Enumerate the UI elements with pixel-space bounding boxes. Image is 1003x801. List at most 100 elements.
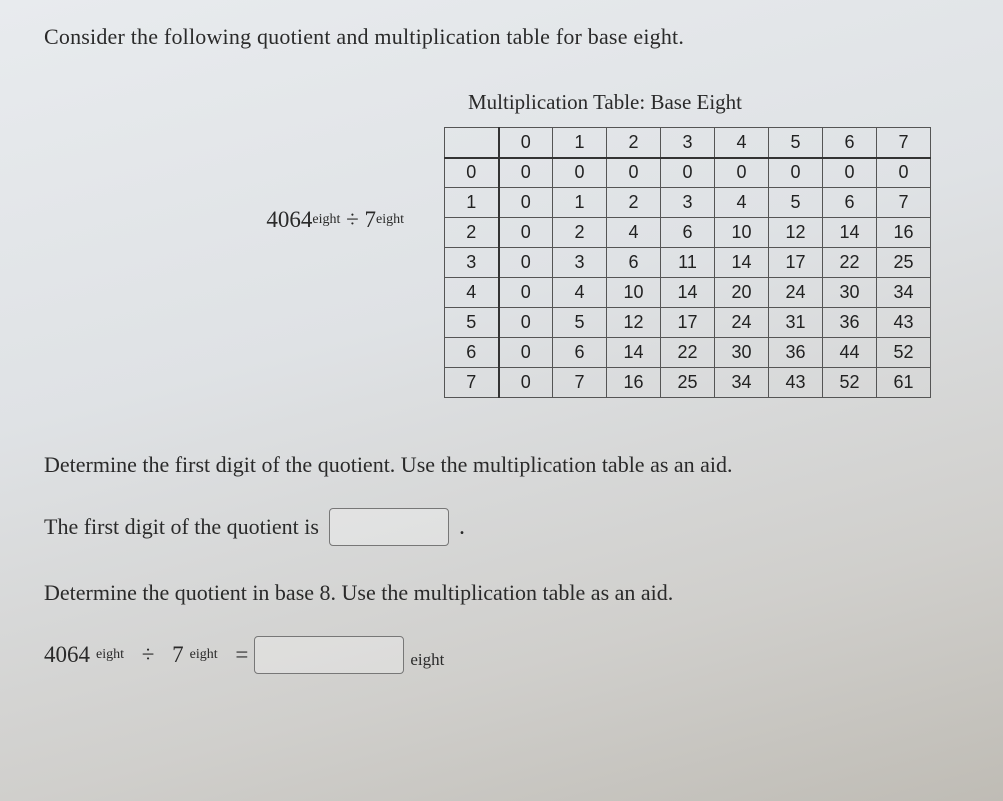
divisor-value: 7 xyxy=(365,207,377,233)
worksheet-page: Consider the following quotient and mult… xyxy=(0,0,1003,704)
first-digit-input[interactable] xyxy=(329,508,449,546)
table-row: 2 0 2 4 6 10 12 14 16 xyxy=(445,218,931,248)
table-cell: 6 xyxy=(553,338,607,368)
col-header: 0 xyxy=(499,128,553,158)
table-corner-cell xyxy=(445,128,499,158)
table-cell: 0 xyxy=(823,158,877,188)
table-cell: 30 xyxy=(715,338,769,368)
row-header: 2 xyxy=(445,218,499,248)
table-cell: 0 xyxy=(661,158,715,188)
table-cell: 5 xyxy=(553,308,607,338)
table-header-row: 0 1 2 3 4 5 6 7 xyxy=(445,128,931,158)
table-cell: 22 xyxy=(661,338,715,368)
table-cell: 0 xyxy=(499,278,553,308)
table-cell: 2 xyxy=(607,188,661,218)
col-header: 2 xyxy=(607,128,661,158)
table-title: Multiplication Table: Base Eight xyxy=(468,90,969,115)
table-cell: 3 xyxy=(661,188,715,218)
table-row: 7 0 7 16 25 34 43 52 61 xyxy=(445,368,931,398)
table-cell: 0 xyxy=(499,308,553,338)
table-cell: 0 xyxy=(499,158,553,188)
table-cell: 43 xyxy=(769,368,823,398)
quotient-answer-line: 4064eight ÷ 7eight = eight xyxy=(44,636,969,674)
row-header: 6 xyxy=(445,338,499,368)
row-header: 1 xyxy=(445,188,499,218)
table-cell: 7 xyxy=(877,188,931,218)
col-header: 7 xyxy=(877,128,931,158)
period-mark: . xyxy=(459,514,465,541)
final-dividend-base: eight xyxy=(96,647,124,663)
table-cell: 34 xyxy=(715,368,769,398)
first-digit-answer-line: The first digit of the quotient is . xyxy=(44,508,969,546)
table-cell: 0 xyxy=(499,248,553,278)
final-dividend: 4064 xyxy=(44,642,90,668)
table-cell: 0 xyxy=(877,158,931,188)
question-first-digit: Determine the first digit of the quotien… xyxy=(44,452,969,478)
col-header: 4 xyxy=(715,128,769,158)
division-operator: ÷ xyxy=(346,207,359,233)
table-cell: 14 xyxy=(607,338,661,368)
question-quotient: Determine the quotient in base 8. Use th… xyxy=(44,580,969,606)
row-header: 5 xyxy=(445,308,499,338)
table-cell: 25 xyxy=(661,368,715,398)
col-header: 3 xyxy=(661,128,715,158)
quotient-base-label: eight xyxy=(410,650,444,670)
table-cell: 36 xyxy=(769,338,823,368)
dividend-value: 4064 xyxy=(266,207,312,233)
table-cell: 52 xyxy=(877,338,931,368)
col-header: 5 xyxy=(769,128,823,158)
table-cell: 14 xyxy=(823,218,877,248)
col-header: 1 xyxy=(553,128,607,158)
table-cell: 0 xyxy=(607,158,661,188)
table-row: 3 0 3 6 11 14 17 22 25 xyxy=(445,248,931,278)
table-cell: 0 xyxy=(715,158,769,188)
table-cell: 43 xyxy=(877,308,931,338)
multiplication-table-block: Multiplication Table: Base Eight 0 1 2 3… xyxy=(444,90,969,398)
table-row: 6 0 6 14 22 30 36 44 52 xyxy=(445,338,931,368)
table-cell: 4 xyxy=(715,188,769,218)
table-cell: 4 xyxy=(607,218,661,248)
table-cell: 20 xyxy=(715,278,769,308)
table-cell: 52 xyxy=(823,368,877,398)
table-cell: 25 xyxy=(877,248,931,278)
equals-sign: = xyxy=(235,642,248,668)
table-cell: 24 xyxy=(715,308,769,338)
table-cell: 17 xyxy=(661,308,715,338)
problem-and-table: 4064eight ÷ 7eight Multiplication Table:… xyxy=(44,90,969,398)
table-cell: 22 xyxy=(823,248,877,278)
table-cell: 0 xyxy=(499,338,553,368)
table-cell: 6 xyxy=(661,218,715,248)
table-cell: 24 xyxy=(769,278,823,308)
table-cell: 31 xyxy=(769,308,823,338)
division-expression: 4064eight ÷ 7eight xyxy=(44,90,404,350)
table-row: 0 0 0 0 0 0 0 0 0 xyxy=(445,158,931,188)
table-cell: 14 xyxy=(715,248,769,278)
table-cell: 0 xyxy=(769,158,823,188)
quotient-input[interactable] xyxy=(254,636,404,674)
table-cell: 11 xyxy=(661,248,715,278)
row-header: 0 xyxy=(445,158,499,188)
multiplication-table: 0 1 2 3 4 5 6 7 0 0 0 0 0 0 0 0 xyxy=(444,127,931,398)
table-cell: 4 xyxy=(553,278,607,308)
table-cell: 34 xyxy=(877,278,931,308)
table-row: 4 0 4 10 14 20 24 30 34 xyxy=(445,278,931,308)
first-digit-label: The first digit of the quotient is xyxy=(44,514,319,540)
final-divisor: 7 xyxy=(172,642,184,668)
table-cell: 44 xyxy=(823,338,877,368)
final-operator: ÷ xyxy=(142,642,155,668)
table-cell: 0 xyxy=(553,158,607,188)
table-cell: 0 xyxy=(499,218,553,248)
table-cell: 3 xyxy=(553,248,607,278)
table-cell: 5 xyxy=(769,188,823,218)
table-cell: 36 xyxy=(823,308,877,338)
table-cell: 12 xyxy=(607,308,661,338)
table-cell: 6 xyxy=(823,188,877,218)
dividend-base: eight xyxy=(312,212,340,228)
table-cell: 1 xyxy=(553,188,607,218)
table-cell: 17 xyxy=(769,248,823,278)
table-cell: 12 xyxy=(769,218,823,248)
row-header: 3 xyxy=(445,248,499,278)
table-cell: 7 xyxy=(553,368,607,398)
table-cell: 2 xyxy=(553,218,607,248)
table-cell: 10 xyxy=(607,278,661,308)
